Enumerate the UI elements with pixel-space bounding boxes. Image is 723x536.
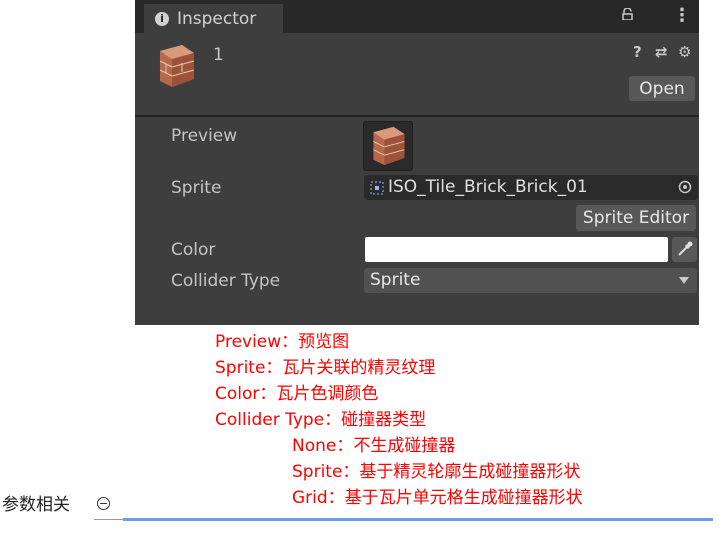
section-divider [123, 518, 713, 521]
note-line: Color：瓦片色调颜色 [215, 384, 379, 404]
collider-type-label: Collider Type [171, 271, 281, 291]
open-button[interactable]: Open [629, 76, 695, 101]
help-icon[interactable]: ? [633, 43, 642, 61]
kebab-menu-icon[interactable]: ⋮ [673, 7, 691, 25]
lock-icon[interactable] [622, 8, 633, 20]
note-sub-line: None：不生成碰撞器 [292, 436, 456, 456]
asset-name: 1 [213, 45, 224, 65]
note-line: Sprite：瓦片关联的精灵纹理 [215, 358, 436, 378]
dropdown-arrow-icon [679, 277, 689, 284]
brick-preview-icon [373, 126, 405, 166]
collider-type-value: Sprite [370, 270, 421, 290]
info-icon: i [155, 11, 169, 26]
note-sub-line: Grid：基于瓦片单元格生成碰撞器形状 [292, 488, 583, 508]
sprite-label: Sprite [171, 178, 222, 198]
sprite-preview [363, 121, 413, 171]
tab-bar: i Inspector ⋮ [135, 0, 699, 33]
tab-inspector[interactable]: i Inspector [144, 4, 283, 33]
note-line: Collider Type：碰撞器类型 [215, 410, 427, 430]
object-picker-icon[interactable] [678, 180, 692, 194]
note-sub-line: Sprite：基于精灵轮廓生成碰撞器形状 [292, 462, 581, 482]
notes-main: Preview：预览图 Sprite：瓦片关联的精灵纹理 Color：瓦片色调颜… [215, 329, 435, 433]
sprite-object-field[interactable]: ISO_Tile_Brick_Brick_01 [364, 175, 698, 200]
sprite-editor-button[interactable]: Sprite Editor [576, 205, 696, 231]
note-line: Preview：预览图 [215, 332, 350, 352]
section-divider-short [94, 519, 123, 520]
asset-header: 1 ? ⇄ ⚙ Open [135, 33, 699, 115]
sprite-value: ISO_Tile_Brick_Brick_01 [388, 177, 588, 197]
eyedropper-button[interactable] [672, 237, 697, 262]
settings-icon[interactable]: ⚙ [678, 43, 691, 61]
brick-tile-icon [159, 45, 195, 87]
color-label: Color [171, 240, 216, 260]
header-separator [135, 115, 699, 117]
preset-icon[interactable]: ⇄ [655, 43, 668, 61]
tab-inspector-label: Inspector [177, 8, 257, 29]
sprite-object-icon [370, 181, 384, 195]
eyedropper-icon [678, 241, 693, 256]
section-title: 参数相关 [2, 495, 70, 515]
preview-label: Preview [171, 126, 238, 146]
collider-type-dropdown[interactable]: Sprite [364, 268, 697, 293]
color-field[interactable] [365, 237, 668, 262]
inspector-panel: i Inspector ⋮ 1 ? ⇄ ⚙ Open Preview Sprit… [135, 0, 699, 325]
collapse-icon[interactable] [97, 497, 110, 510]
notes-sub: None：不生成碰撞器 Sprite：基于精灵轮廓生成碰撞器形状 Grid：基于… [292, 433, 583, 511]
